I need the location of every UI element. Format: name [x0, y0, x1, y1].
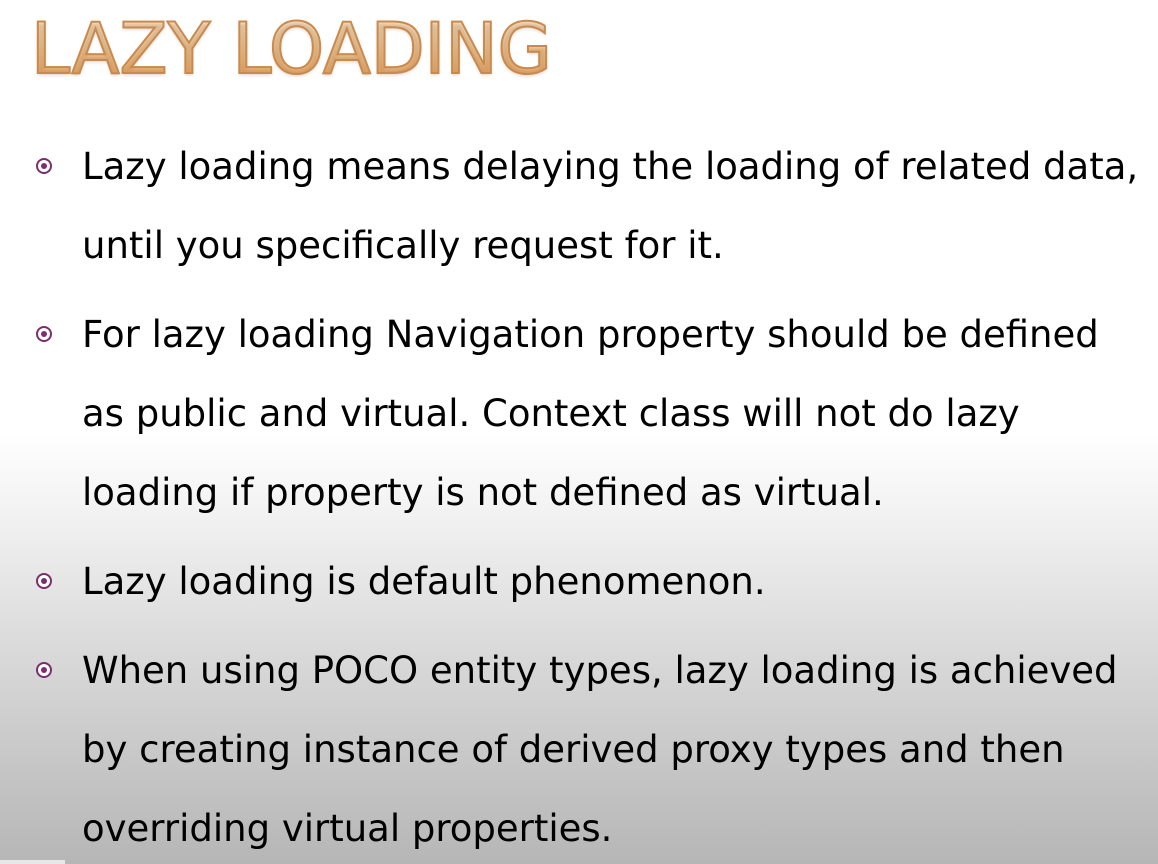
bullet-text: Lazy loading is default phenomenon.	[82, 560, 766, 603]
bullet-text: Lazy loading means delaying the loading …	[82, 145, 1139, 267]
bullet-list: Lazy loading means delaying the loading …	[36, 127, 1146, 864]
bullet-item: For lazy loading Navigation property sho…	[36, 295, 1146, 532]
bullet-text: When using POCO entity types, lazy loadi…	[82, 649, 1118, 850]
bullet-item: Lazy loading means delaying the loading …	[36, 127, 1146, 285]
bullet-item: Lazy loading is default phenomenon.	[36, 542, 1146, 621]
slide-title: LAZY LOADING	[30, 7, 553, 91]
bullet-item: When using POCO entity types, lazy loadi…	[36, 631, 1146, 864]
bullet-text: For lazy loading Navigation property sho…	[82, 313, 1099, 514]
bottom-edge-bar	[0, 860, 65, 864]
bullet-circle-icon	[36, 326, 52, 342]
slide: LAZY LOADING Lazy loading means delaying…	[0, 0, 1158, 864]
bullet-circle-icon	[36, 573, 52, 589]
bullet-circle-icon	[36, 158, 52, 174]
bullet-circle-icon	[36, 662, 52, 678]
